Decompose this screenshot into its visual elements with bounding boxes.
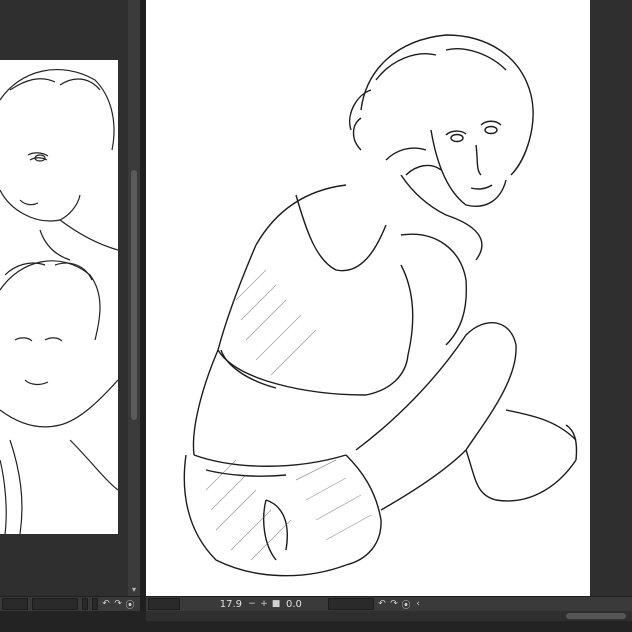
left-field-1[interactable]	[2, 598, 28, 610]
main-canvas-pane[interactable]	[146, 0, 632, 596]
reset-rotate-icon[interactable]: ⦿	[400, 598, 412, 611]
undo-rotate-icon[interactable]: ↶	[376, 598, 388, 610]
left-field-4[interactable]	[92, 598, 98, 610]
rotation-value[interactable]: 0.0	[282, 599, 326, 610]
rotation-field[interactable]	[328, 598, 374, 610]
reference-sketch-artwork	[0, 69, 118, 534]
zoom-in-icon[interactable]: +	[258, 598, 270, 610]
main-field-1[interactable]	[148, 598, 180, 610]
scroll-down-icon[interactable]: ▾	[130, 586, 138, 594]
main-horizontal-scrollbar[interactable]	[146, 611, 632, 621]
left-field-3[interactable]	[82, 598, 88, 610]
main-drawing-canvas[interactable]	[146, 0, 590, 596]
fit-view-icon[interactable]: ■	[270, 598, 282, 610]
nav-left-icon[interactable]: ‹	[412, 598, 424, 610]
left-status-bar: ↶ ↷ ⦿	[0, 596, 140, 611]
reference-sketch-canvas[interactable]	[0, 60, 118, 534]
reset-view-icon[interactable]: ⦿	[124, 598, 136, 611]
zoom-out-icon[interactable]: −	[246, 598, 258, 610]
left-scroll-thumb[interactable]	[131, 170, 137, 420]
undo-view-icon[interactable]: ↶	[100, 598, 112, 610]
figure-drawing-artwork	[183, 34, 578, 577]
left-zoom-field[interactable]	[32, 598, 78, 610]
redo-view-icon[interactable]: ↷	[112, 598, 124, 610]
main-status-bar: 17.9 − + ■ 0.0 ↶ ↷ ⦿ ‹	[146, 596, 632, 611]
left-vertical-scrollbar[interactable]: ▾	[128, 0, 140, 596]
main-hscroll-thumb[interactable]	[566, 613, 626, 619]
left-canvas-pane[interactable]	[0, 0, 128, 596]
zoom-value[interactable]: 17.9	[182, 599, 246, 610]
redo-rotate-icon[interactable]: ↷	[388, 598, 400, 610]
